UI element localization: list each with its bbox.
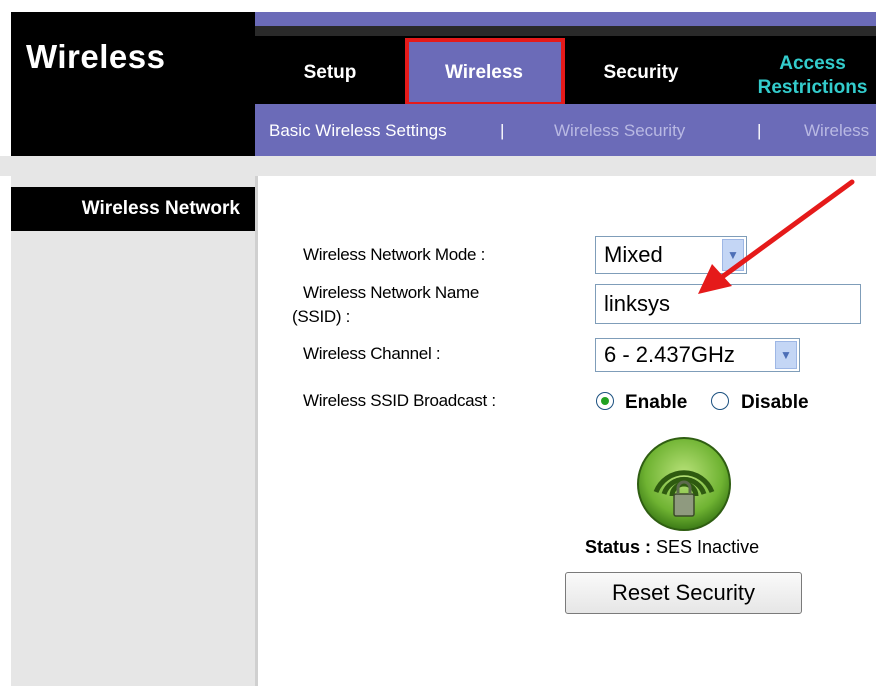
channel-select[interactable]: 6 - 2.437GHz ▼ [595,338,800,372]
brand-panel [11,12,255,156]
broadcast-enable-radio[interactable] [596,392,614,410]
sidebar-section-title: Wireless Network [81,198,240,219]
ssid-label: Wireless Network Name [303,283,480,302]
ssid-broadcast-label: Wireless SSID Broadcast : [303,391,496,410]
channel-value: 6 - 2.437GHz [604,342,735,367]
chevron-down-icon[interactable]: ▼ [775,341,797,369]
subnav-basic-wireless-settings[interactable]: Basic Wireless Settings [269,121,447,141]
ses-status: Status : SES Inactive [585,537,759,558]
top-strip [0,0,876,12]
ssid-label-suffix: (SSID) : [292,307,351,326]
network-mode-label: Wireless Network Mode : [303,245,486,264]
subnav-wireless-more[interactable]: Wireless [804,121,869,141]
tab-access-line1: Access [779,53,846,74]
broadcast-disable-label[interactable]: Disable [741,392,809,414]
ses-wireless-lock-icon[interactable] [636,436,732,532]
nav-top-divider [255,26,876,36]
ses-status-label: Status : [585,537,652,557]
reset-security-button[interactable]: Reset Security [565,572,802,614]
tab-security[interactable]: Security [586,62,696,84]
nav-top-accent [255,12,876,26]
subnav-separator: | [500,121,505,140]
tab-setup[interactable]: Setup [290,62,370,84]
tab-wireless[interactable]: Wireless [409,62,559,84]
tab-access-line2: Restrictions [757,77,868,98]
radio-selected-dot [601,397,609,405]
broadcast-disable-radio[interactable] [711,392,729,410]
page-section-title: Wireless [26,38,166,75]
broadcast-enable-label[interactable]: Enable [625,392,687,414]
sidebar [11,176,255,686]
red-arrow-icon [698,179,855,294]
ses-status-value: SES Inactive [656,537,760,557]
tab-access-restrictions[interactable]: Access Restrictions [745,52,876,100]
subnav-separator: | [757,121,762,140]
channel-label: Wireless Channel : [303,344,441,363]
subnav-wireless-security[interactable]: Wireless Security [554,121,685,141]
